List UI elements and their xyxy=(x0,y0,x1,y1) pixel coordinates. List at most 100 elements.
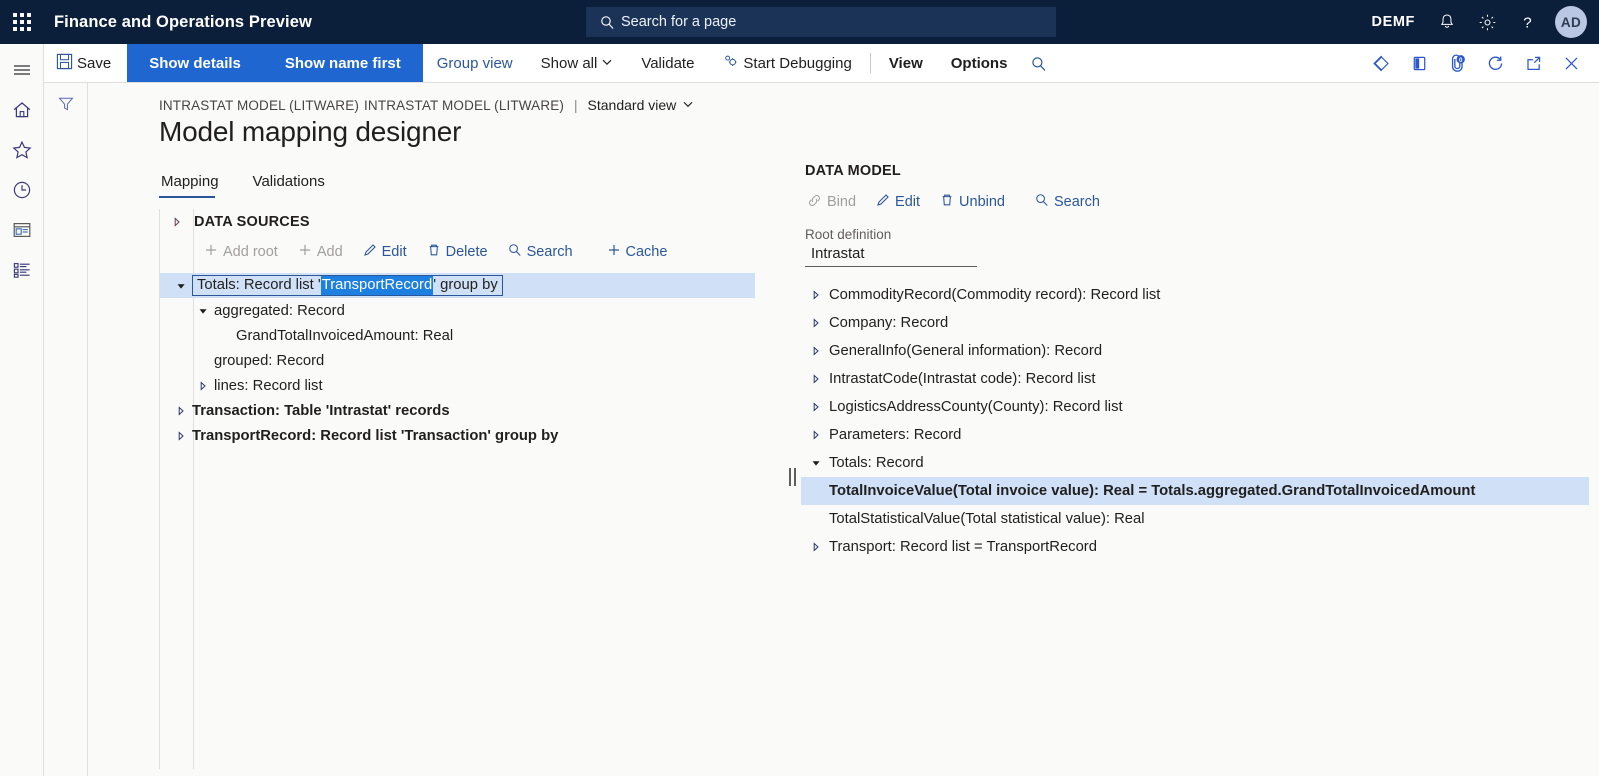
model-row-totalstatisticalvalue[interactable]: TotalStatisticalValue(Total statistical … xyxy=(801,505,1589,533)
options-menu-button[interactable]: Options xyxy=(937,44,1022,82)
data-model-toolbar: Bind Edit Unbind Search xyxy=(797,185,1589,219)
tree-row-transaction[interactable]: Transaction: Table 'Intrastat' records xyxy=(160,398,791,423)
collapsed-triangle-icon[interactable] xyxy=(803,402,829,412)
command-search-icon[interactable] xyxy=(1021,44,1057,83)
expanded-triangle-icon[interactable] xyxy=(170,281,192,291)
show-details-button[interactable]: Show details xyxy=(127,44,263,82)
edit-binding-button[interactable]: Edit xyxy=(866,193,930,211)
tree-row-transaction-label: Transaction: Table 'Intrastat' records xyxy=(192,402,450,419)
tree-row-transportrecord[interactable]: TransportRecord: Record list 'Transactio… xyxy=(160,423,791,448)
panel-splitter-handle[interactable] xyxy=(787,466,797,488)
tree-row-grandtotalinvoicedamount[interactable]: GrandTotalInvoicedAmount: Real xyxy=(160,323,791,348)
model-row-generalinfo-label: GeneralInfo(General information): Record xyxy=(829,343,1103,359)
help-question-mark-icon[interactable]: ? xyxy=(1507,0,1547,44)
filter-icon[interactable] xyxy=(51,91,81,117)
add-button[interactable]: Add xyxy=(288,243,353,261)
model-row-logisticsaddresscounty[interactable]: LogisticsAddressCounty(County): Record l… xyxy=(801,393,1589,421)
view-menu-button[interactable]: View xyxy=(875,44,937,82)
search-icon xyxy=(600,15,615,30)
model-row-parameters[interactable]: Parameters: Record xyxy=(801,421,1589,449)
totals-text-after: ' group by xyxy=(433,277,498,293)
search-icon xyxy=(1035,193,1049,211)
open-in-new-window-icon[interactable] xyxy=(1401,44,1437,83)
model-row-generalinfo[interactable]: GeneralInfo(General information): Record xyxy=(801,337,1589,365)
validate-button[interactable]: Validate xyxy=(627,44,708,82)
save-disk-icon xyxy=(56,53,73,74)
sidebar-item-modules-icon[interactable] xyxy=(0,250,44,290)
show-all-dropdown[interactable]: Show all xyxy=(527,44,628,82)
collapsed-triangle-icon[interactable] xyxy=(170,430,192,441)
model-row-totalinvoicevalue[interactable]: TotalInvoiceValue(Total invoice value): … xyxy=(801,477,1589,505)
group-view-button[interactable]: Group view xyxy=(423,44,527,82)
collapsed-triangle-icon[interactable] xyxy=(803,318,829,328)
delete-data-source-button[interactable]: Delete xyxy=(417,243,498,261)
model-row-commodityrecord[interactable]: CommodityRecord(Commodity record): Recor… xyxy=(801,281,1589,309)
close-icon[interactable] xyxy=(1553,44,1589,83)
model-row-transport[interactable]: Transport: Record list = TransportRecord xyxy=(801,533,1589,561)
view-mode-toggle-group: Show details Show name first xyxy=(127,44,423,82)
tree-row-lines-label: lines: Record list xyxy=(214,377,323,394)
start-debugging-button[interactable]: Start Debugging xyxy=(708,44,865,82)
bind-button[interactable]: Bind xyxy=(797,193,866,212)
tree-row-aggregated[interactable]: aggregated: Record xyxy=(160,298,791,323)
sidebar-item-workspaces-icon[interactable] xyxy=(0,210,44,250)
collapsed-triangle-icon[interactable] xyxy=(803,430,829,440)
unbind-button[interactable]: Unbind xyxy=(930,193,1015,211)
share-diamond-icon[interactable] xyxy=(1363,44,1399,83)
tree-row-totals[interactable]: Totals: Record list ' TransportRecord ' gr… xyxy=(160,273,755,298)
tree-row-totals-label: Totals: Record list ' TransportRecord ' gr… xyxy=(192,275,503,296)
show-all-label: Show all xyxy=(540,54,598,72)
attachments-icon[interactable]: 0 xyxy=(1439,44,1475,83)
model-row-commodityrecord-label: CommodityRecord(Commodity record): Recor… xyxy=(829,287,1161,303)
view-selector[interactable]: Standard view xyxy=(588,97,695,113)
delete-label: Delete xyxy=(445,244,488,260)
expanded-triangle-icon[interactable] xyxy=(803,458,829,468)
hamburger-menu-icon[interactable] xyxy=(0,50,44,90)
filter-column xyxy=(44,83,88,776)
tree-row-lines[interactable]: lines: Record list xyxy=(160,373,791,398)
popout-icon[interactable] xyxy=(1515,44,1551,83)
collapsed-triangle-icon[interactable] xyxy=(170,405,192,416)
show-name-first-button[interactable]: Show name first xyxy=(263,44,423,82)
root-definition-input[interactable]: Intrastat xyxy=(805,244,977,267)
company-selector[interactable]: DEMF xyxy=(1360,14,1427,30)
refresh-icon[interactable] xyxy=(1477,44,1513,83)
sidebar-item-favorites-star-icon[interactable] xyxy=(0,130,44,170)
search-data-model-button[interactable]: Search xyxy=(1025,193,1110,211)
breadcrumb-separator: | xyxy=(574,97,578,113)
global-search-input[interactable]: Search for a page xyxy=(586,7,1056,37)
collapsed-triangle-icon[interactable] xyxy=(192,380,214,391)
save-button[interactable]: Save xyxy=(44,44,127,82)
tree-row-grouped[interactable]: grouped: Record xyxy=(160,348,791,373)
data-sources-toolbar: Add root Add Edit Delete Search Cache xyxy=(193,235,791,269)
settings-gear-icon[interactable] xyxy=(1467,0,1507,44)
model-row-company[interactable]: Company: Record xyxy=(801,309,1589,337)
data-sources-tree: Totals: Record list ' TransportRecord ' gr… xyxy=(160,273,791,448)
collapsed-triangle-icon[interactable] xyxy=(803,290,829,300)
tab-validations[interactable]: Validations xyxy=(251,171,335,198)
model-row-intrastatcode[interactable]: IntrastatCode(Intrastat code): Record li… xyxy=(801,365,1589,393)
sidebar-item-home-icon[interactable] xyxy=(0,90,44,130)
tree-row-grandtotalinvoicedamount-label: GrandTotalInvoicedAmount: Real xyxy=(236,327,454,344)
app-launcher-waffle-icon[interactable] xyxy=(0,0,44,44)
edit-data-source-button[interactable]: Edit xyxy=(353,243,417,261)
tab-mapping[interactable]: Mapping xyxy=(159,171,229,198)
data-sources-panel: DATA SOURCES Add root Add Edit Delete Se… xyxy=(159,209,791,769)
totals-text-before: Totals: Record list ' xyxy=(197,277,321,293)
collapsed-triangle-icon[interactable] xyxy=(803,542,829,552)
notifications-bell-icon[interactable] xyxy=(1427,0,1467,44)
user-avatar[interactable]: AD xyxy=(1555,6,1587,38)
search-data-model-label: Search xyxy=(1053,194,1100,210)
model-row-totals[interactable]: Totals: Record xyxy=(801,449,1589,477)
add-root-button[interactable]: Add root xyxy=(194,243,288,261)
tree-row-grouped-label: grouped: Record xyxy=(214,352,325,369)
breadcrumb-crumb-1: INTRASTAT MODEL (LITWARE) xyxy=(159,97,360,113)
sidebar-item-recent-clock-icon[interactable] xyxy=(0,170,44,210)
collapsed-triangle-icon[interactable] xyxy=(803,346,829,356)
search-data-source-button[interactable]: Search xyxy=(498,243,583,261)
collapsed-triangle-icon[interactable] xyxy=(803,374,829,384)
cache-button[interactable]: Cache xyxy=(597,243,678,261)
plus-icon xyxy=(607,243,621,261)
data-sources-expander-icon[interactable] xyxy=(160,217,194,227)
expanded-triangle-icon[interactable] xyxy=(192,306,214,316)
